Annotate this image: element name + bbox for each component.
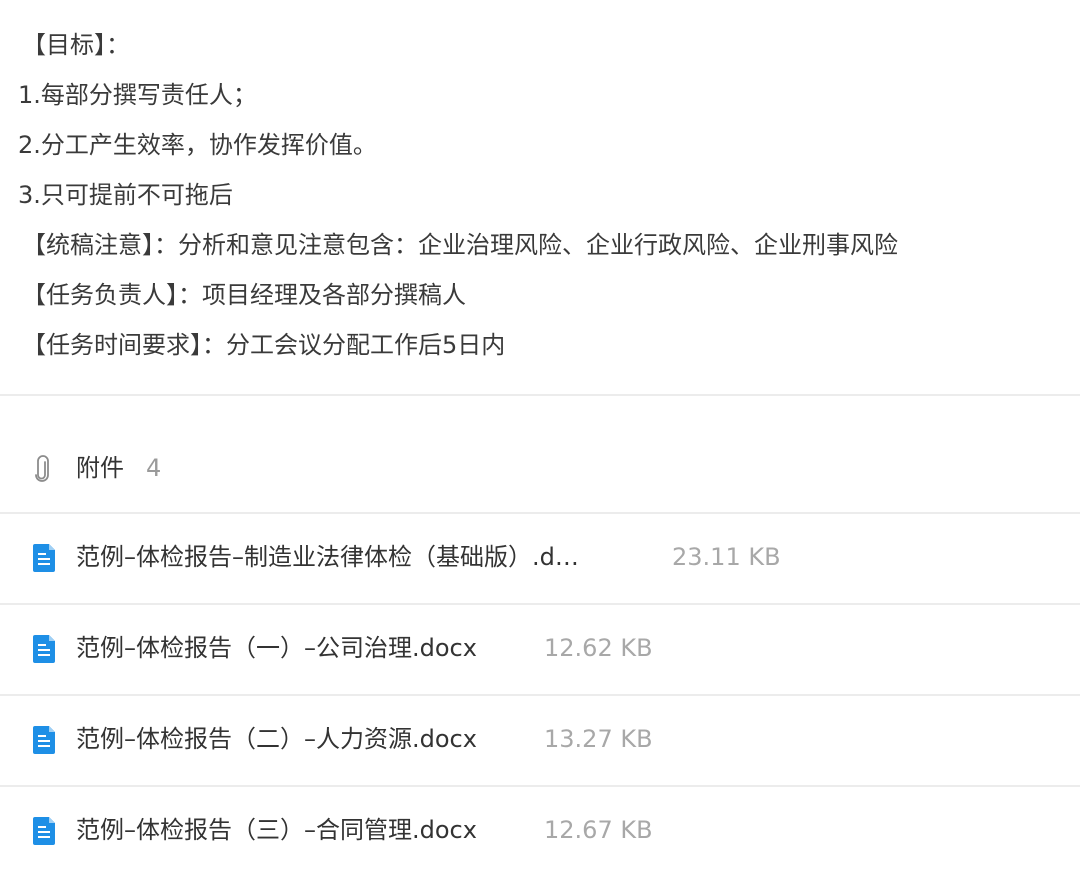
paperclip-icon xyxy=(32,454,52,482)
attachments-count: 4 xyxy=(146,454,162,482)
attachment-file-size: 12.62 KB xyxy=(544,634,653,662)
docx-file-icon xyxy=(33,726,57,754)
attachment-item[interactable]: 范例–体检报告–制造业法律体检（基础版）.d… 23.11 KB xyxy=(0,514,1080,604)
description-line-review-notes: 【统稿注意】：分析和意见注意包含：企业治理风险、企业行政风险、企业刑事风险 xyxy=(22,231,898,259)
attachment-file-size: 12.67 KB xyxy=(544,816,653,844)
docx-file-icon xyxy=(33,544,57,572)
divider xyxy=(0,394,1080,396)
attachment-file-name: 范例–体检报告（三）–合同管理.docx xyxy=(76,816,477,844)
description-line-3: 3.只可提前不可拖后 xyxy=(18,181,233,209)
description-line-owner: 【任务负责人】：项目经理及各部分撰稿人 xyxy=(22,281,466,309)
attachment-item[interactable]: 范例–体检报告（三）–合同管理.docx 12.67 KB xyxy=(0,787,1080,875)
description-line-1: 1.每部分撰写责任人； xyxy=(18,81,257,109)
description-line-deadline: 【任务时间要求】：分工会议分配工作后5日内 xyxy=(22,331,506,359)
description-line-2: 2.分工产生效率，协作发挥价值。 xyxy=(18,131,377,159)
attachment-file-name: 范例–体检报告（一）–公司治理.docx xyxy=(76,634,477,662)
attachments-header[interactable]: 附件 4 xyxy=(0,440,1080,496)
attachment-item[interactable]: 范例–体检报告（一）–公司治理.docx 12.62 KB xyxy=(0,605,1080,695)
attachment-file-size: 23.11 KB xyxy=(672,543,781,571)
attachment-file-name: 范例–体检报告–制造业法律体检（基础版）.d… xyxy=(76,543,579,571)
docx-file-icon xyxy=(33,635,57,663)
attachments-title: 附件 xyxy=(76,454,124,482)
attachment-file-name: 范例–体检报告（二）–人力资源.docx xyxy=(76,725,477,753)
attachment-item[interactable]: 范例–体检报告（二）–人力资源.docx 13.27 KB xyxy=(0,696,1080,786)
attachment-file-size: 13.27 KB xyxy=(544,725,653,753)
task-detail-page: 【目标】： 1.每部分撰写责任人； 2.分工产生效率，协作发挥价值。 3.只可提… xyxy=(0,0,1080,875)
docx-file-icon xyxy=(33,817,57,845)
description-line-goal: 【目标】： xyxy=(22,31,130,59)
